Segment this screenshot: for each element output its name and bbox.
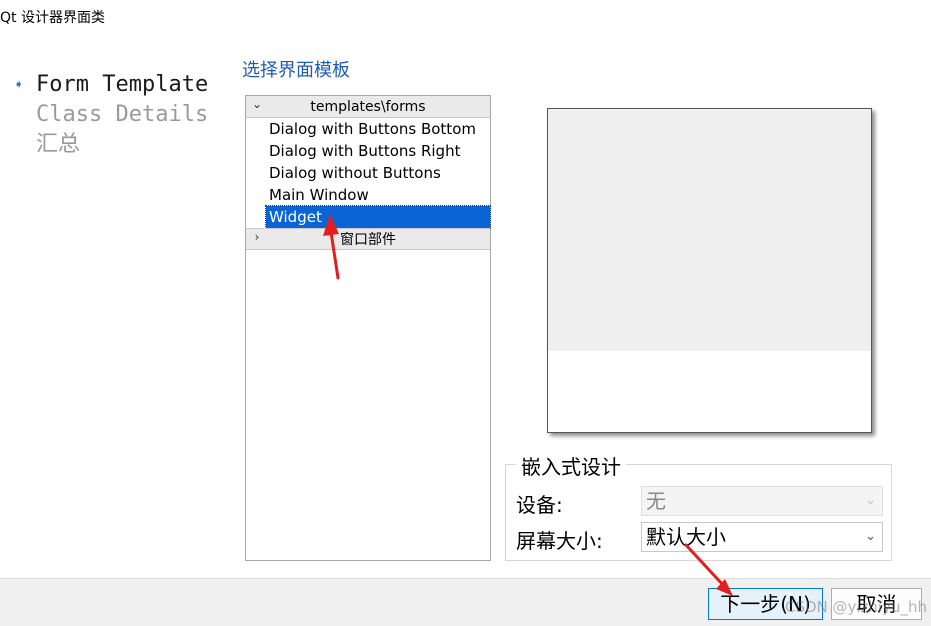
watermark: CSDN @yizhiyu_hh	[784, 598, 927, 616]
template-item-dialog-buttons-bottom[interactable]: Dialog with Buttons Bottom	[246, 118, 490, 140]
screen-size-combo[interactable]: 默认大小 ⌄	[641, 522, 883, 552]
device-combo: 无 ⌄	[641, 486, 883, 516]
current-step-arrow-icon: ➧	[14, 75, 24, 94]
template-preview	[547, 108, 872, 433]
tree-group-header-label: templates\forms	[310, 98, 426, 115]
wizard-step-class-details: Class Details	[14, 100, 208, 130]
chevron-right-icon[interactable]: ›	[250, 230, 264, 244]
window-title: Qt 设计器界面类	[0, 10, 105, 26]
embedded-design-group: 嵌入式设计 设备: 无 ⌄ 屏幕大小: 默认大小 ⌄	[505, 451, 892, 561]
wizard-step-label: Class Details	[36, 102, 209, 127]
section-title: 选择界面模板	[242, 60, 350, 81]
chevron-down-icon: ⌄	[865, 493, 876, 508]
wizard-step-list: ➧ Form Template Class Details 汇总	[14, 70, 208, 160]
template-item-main-window[interactable]: Main Window	[246, 184, 490, 206]
screen-size-label: 屏幕大小:	[516, 529, 603, 553]
device-label: 设备:	[516, 493, 563, 517]
chevron-down-icon[interactable]: ⌄	[250, 97, 264, 111]
screen-size-combo-value: 默认大小	[646, 525, 726, 549]
template-tree[interactable]: ⌄ templates\forms Dialog with Buttons Bo…	[245, 95, 491, 561]
embedded-design-title: 嵌入式设计	[516, 451, 626, 480]
tree-group-header-templates-forms[interactable]: ⌄ templates\forms	[246, 96, 490, 118]
preview-widget-area	[548, 109, 871, 351]
new-form-wizard-window: Qt 设计器界面类 ➧ Form Template Class Details …	[0, 0, 931, 626]
template-item-dialog-buttons-right[interactable]: Dialog with Buttons Right	[246, 140, 490, 162]
template-item-widget[interactable]: Widget	[265, 205, 491, 229]
device-combo-value: 无	[646, 489, 666, 513]
template-item-dialog-without-buttons[interactable]: Dialog without Buttons	[246, 162, 490, 184]
wizard-step-label: Form Template	[36, 72, 209, 97]
chevron-down-icon[interactable]: ⌄	[865, 523, 876, 551]
tree-group-header-label: 窗口部件	[340, 232, 396, 248]
tree-group-header-widgets[interactable]: › 窗口部件	[246, 228, 490, 250]
wizard-step-summary: 汇总	[14, 130, 208, 160]
wizard-step-form-template: ➧ Form Template	[14, 70, 208, 100]
wizard-step-label: 汇总	[36, 132, 81, 157]
